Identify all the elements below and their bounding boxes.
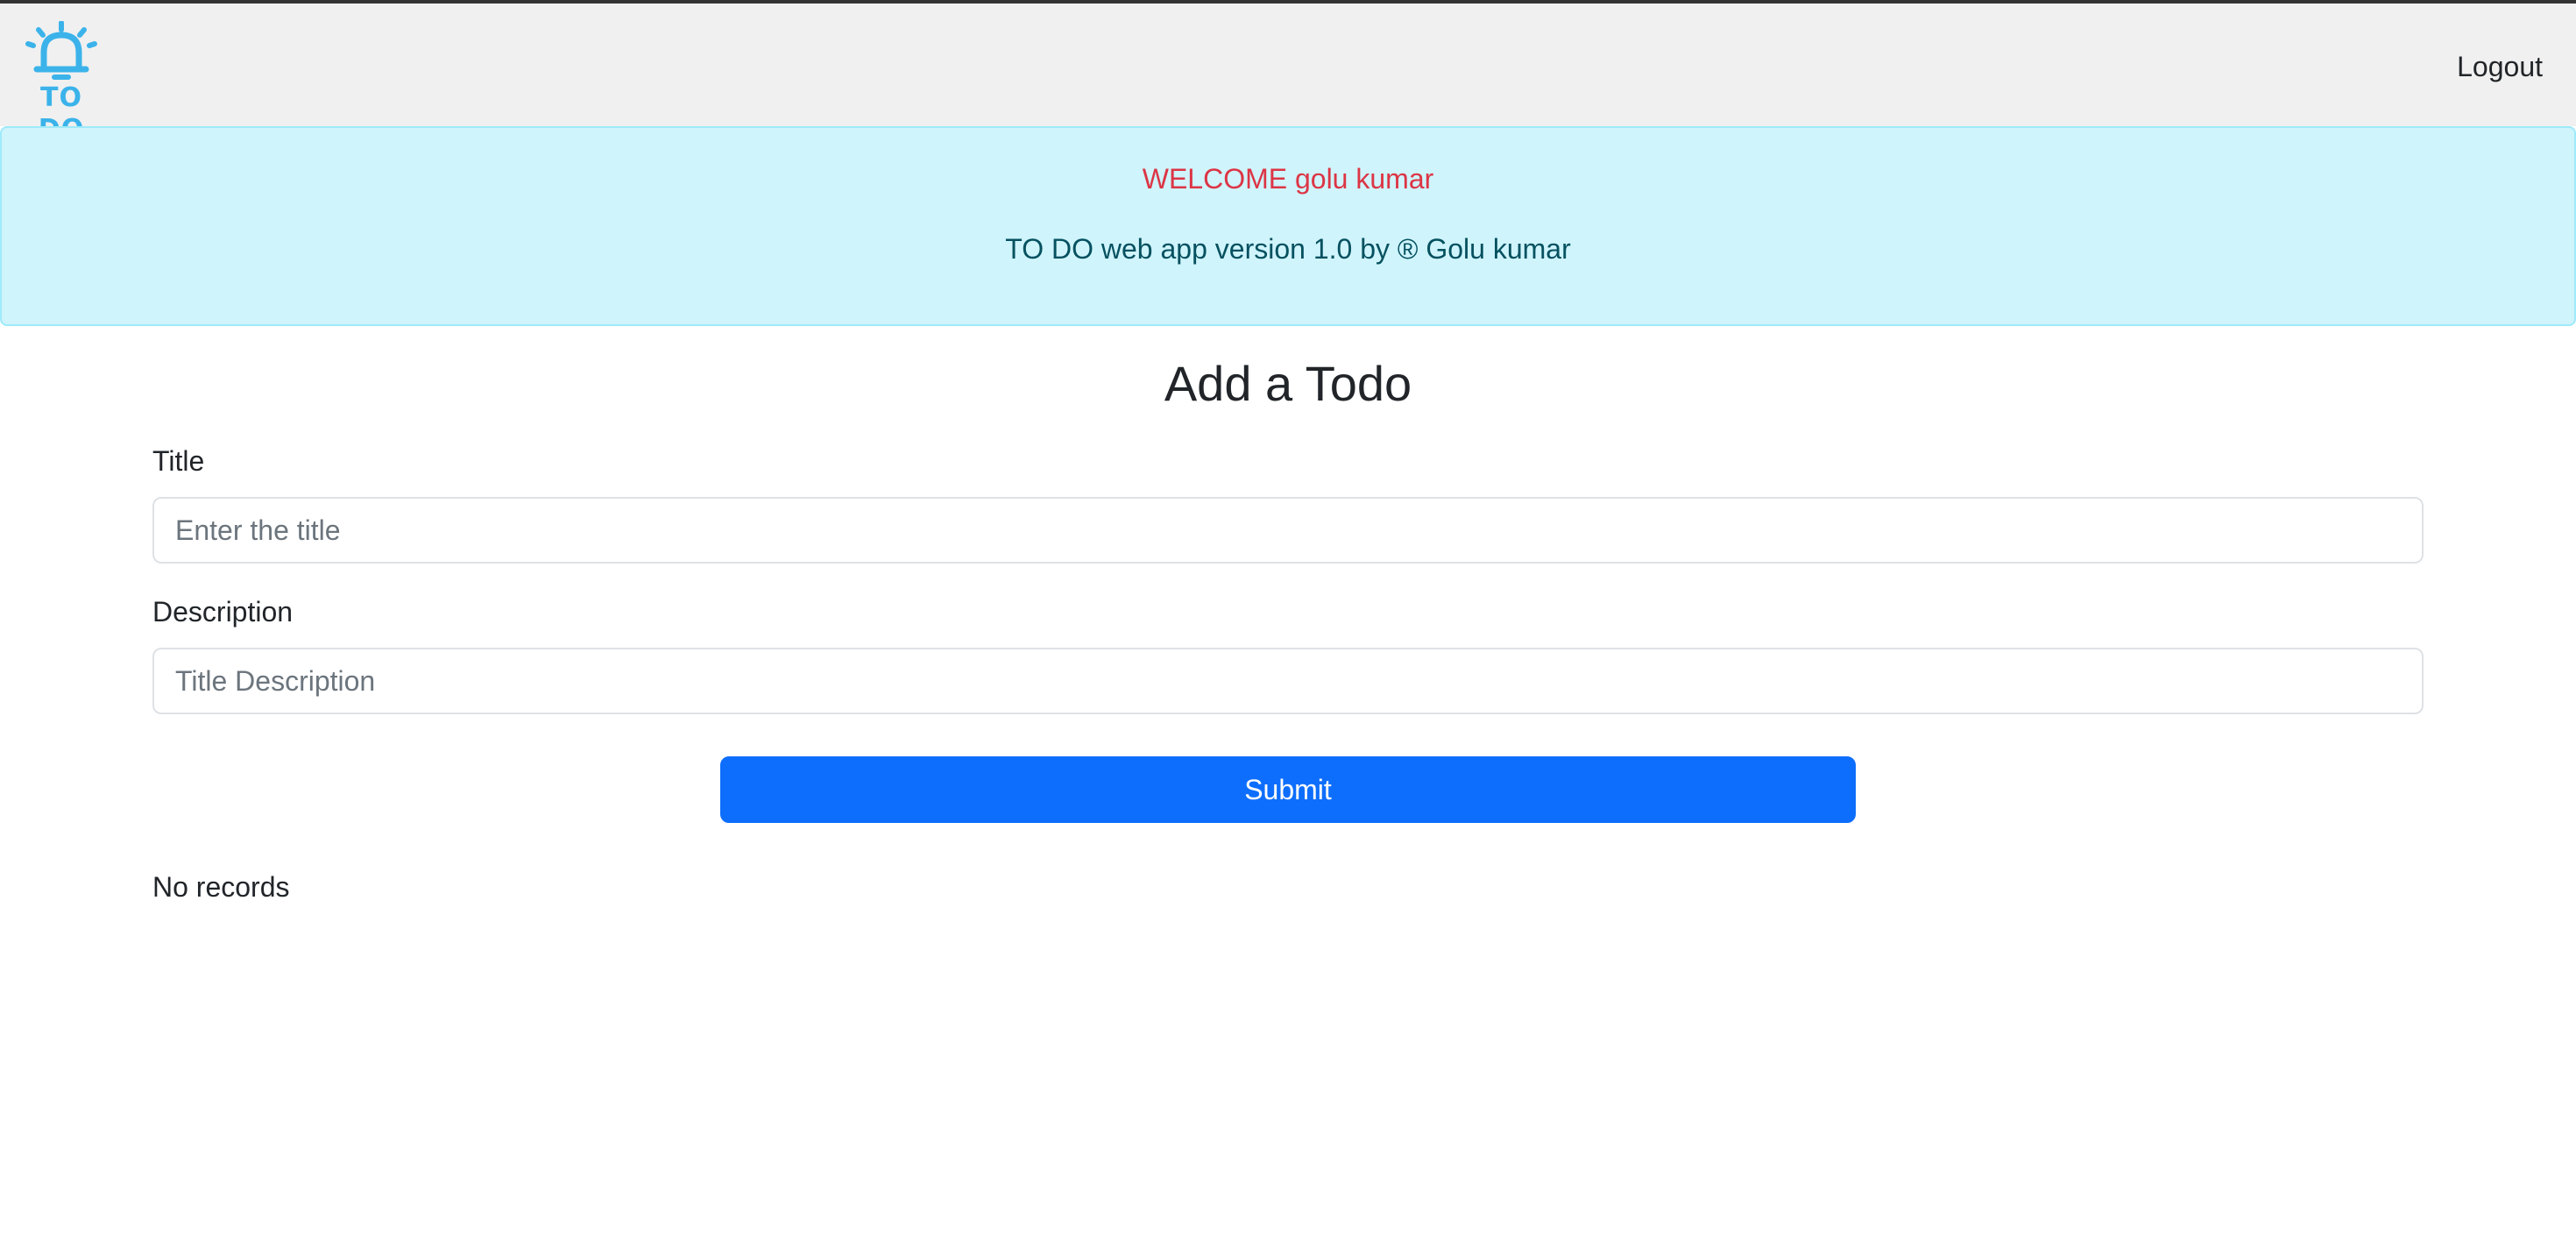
info-alert: WELCOME golu kumar TO DO web app version… <box>0 126 2576 326</box>
page-root: TO DO Logout WELCOME golu kumar TO DO we… <box>0 0 2576 1234</box>
description-label: Description <box>152 596 294 628</box>
navbar: TO DO Logout <box>0 0 2576 145</box>
version-message: TO DO web app version 1.0 by ® Golu kuma… <box>1005 233 1571 265</box>
title-input[interactable] <box>152 497 2424 564</box>
submit-button[interactable]: Submit <box>720 756 1856 823</box>
logo[interactable]: TO DO <box>16 21 107 145</box>
logout-link[interactable]: Logout <box>2457 49 2543 84</box>
title-label: Title <box>152 445 205 477</box>
bell-icon <box>25 21 97 80</box>
no-records-message: No records <box>152 871 290 903</box>
welcome-message: WELCOME golu kumar <box>1142 163 1434 195</box>
description-input[interactable] <box>152 648 2424 714</box>
page-title: Add a Todo <box>1164 356 1412 411</box>
